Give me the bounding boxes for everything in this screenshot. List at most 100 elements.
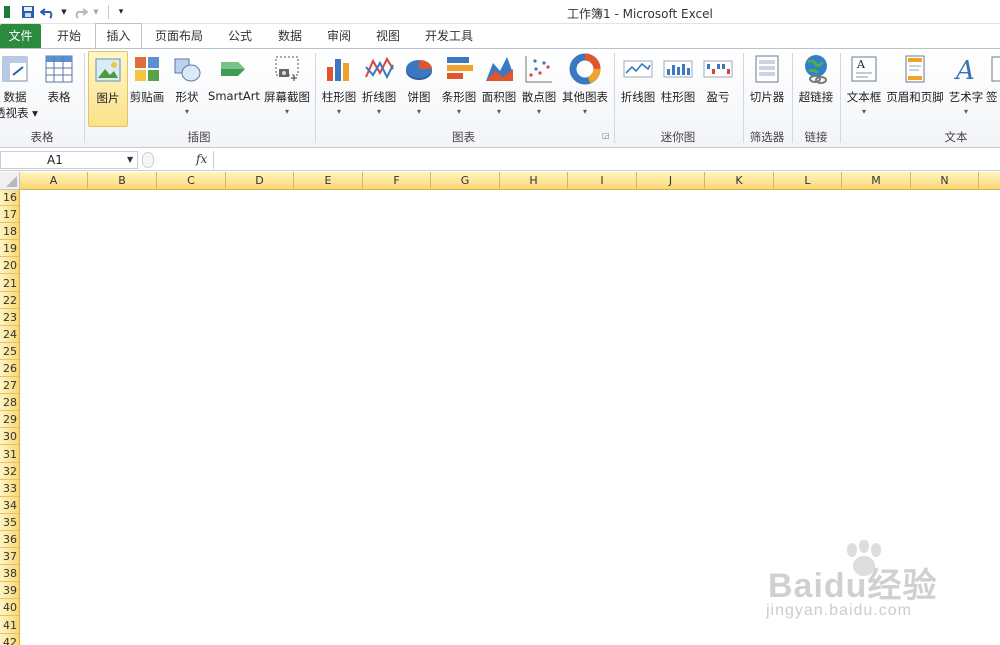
row-header[interactable]: 29 <box>0 411 19 429</box>
area-chart-button[interactable]: 面积图 ▾ <box>480 51 518 127</box>
screenshot-button[interactable]: 屏幕截图 ▾ <box>262 51 312 127</box>
area-chart-icon <box>486 57 513 81</box>
title-bar: ▼ ▼ ▾ 工作簿1 - Microsoft Excel <box>0 0 1000 24</box>
row-header[interactable]: 23 <box>0 309 19 326</box>
select-all-triangle-icon <box>6 176 17 187</box>
wordart-button[interactable]: A 艺术字 ▾ <box>946 51 986 127</box>
sparkline-winloss-button[interactable]: 盈亏 <box>700 51 736 127</box>
row-header[interactable]: 26 <box>0 360 19 378</box>
tab-insert[interactable]: 插入 <box>95 23 142 50</box>
row-header[interactable]: 19 <box>0 240 19 258</box>
tab-home[interactable]: 开始 <box>47 24 91 49</box>
slicer-label: 切片器 <box>749 90 785 104</box>
undo-dropdown-icon[interactable]: ▼ <box>60 4 68 20</box>
row-header[interactable]: 21 <box>0 275 19 292</box>
shapes-button[interactable]: 形状 ▾ <box>170 51 204 127</box>
pie-chart-button[interactable]: 饼图 ▾ <box>402 51 436 127</box>
column-chart-button[interactable]: 柱形图 ▾ <box>320 51 358 127</box>
row-header[interactable]: 22 <box>0 292 19 309</box>
row-header[interactable]: 38 <box>0 565 19 583</box>
other-charts-button[interactable]: 其他图表 ▾ <box>560 51 610 127</box>
column-header[interactable]: H <box>500 172 568 190</box>
row-header[interactable]: 30 <box>0 428 19 446</box>
row-header[interactable]: 17 <box>0 206 19 224</box>
column-header[interactable]: G <box>431 172 500 190</box>
row-header[interactable]: 18 <box>0 223 19 241</box>
column-header[interactable]: M <box>842 172 911 190</box>
row-header[interactable]: 35 <box>0 514 19 531</box>
tab-data[interactable]: 数据 <box>268 24 312 49</box>
tab-formulas[interactable]: 公式 <box>218 24 262 49</box>
name-box[interactable]: A1 <box>0 151 138 169</box>
tab-view[interactable]: 视图 <box>366 24 410 49</box>
row-header[interactable]: 39 <box>0 582 19 600</box>
select-all-corner[interactable] <box>0 172 20 190</box>
row-header[interactable]: 41 <box>0 617 19 634</box>
row-header[interactable]: 31 <box>0 446 19 463</box>
formula-bar-resize-handle[interactable] <box>142 152 154 168</box>
slicer-button[interactable]: 切片器 <box>746 51 788 127</box>
charts-dialog-launcher-icon[interactable]: ◲ <box>602 131 610 140</box>
column-header[interactable]: D <box>226 172 294 190</box>
formula-input[interactable] <box>213 151 1000 169</box>
bar-chart-button[interactable]: 条形图 ▾ <box>440 51 478 127</box>
column-header[interactable]: L <box>774 172 842 190</box>
tab-file[interactable]: 文件 <box>0 24 41 49</box>
column-header[interactable]: C <box>157 172 226 190</box>
save-icon[interactable] <box>20 4 36 20</box>
column-header[interactable]: I <box>568 172 637 190</box>
signature-line-button[interactable]: 签 <box>986 51 1000 127</box>
sparkline-line-button[interactable]: 折线图 <box>618 51 658 127</box>
line-chart-button[interactable]: 折线图 ▾ <box>360 51 398 127</box>
row-headers: 16 17 18 19 20 21 22 23 24 25 26 27 28 29 30 31 32 33 34 35… <box>0 190 20 645</box>
column-header[interactable]: K <box>705 172 774 190</box>
tab-developer[interactable]: 开发工具 <box>418 24 480 49</box>
undo-icon[interactable] <box>40 4 56 20</box>
picture-button[interactable]: 图片 <box>88 51 128 127</box>
column-header[interactable]: E <box>294 172 363 190</box>
name-box-dropdown-icon[interactable]: ▼ <box>127 155 133 164</box>
smartart-button[interactable]: SmartArt <box>208 51 260 127</box>
line-chart-icon <box>365 56 394 80</box>
tab-page-layout[interactable]: 页面布局 <box>150 24 208 49</box>
column-chart-dropdown-icon: ▾ <box>336 107 341 116</box>
clipart-button[interactable]: 剪贴画 <box>128 51 166 127</box>
customize-qat-icon[interactable]: ▾ <box>113 4 129 20</box>
row-header[interactable]: 20 <box>0 257 19 275</box>
row-header[interactable]: 27 <box>0 377 19 395</box>
row-header[interactable]: 34 <box>0 497 19 514</box>
row-header[interactable]: 33 <box>0 480 19 497</box>
hyperlink-button[interactable]: 超链接 <box>796 51 836 127</box>
scatter-chart-button[interactable]: 散点图 ▾ <box>520 51 558 127</box>
row-header[interactable]: 16 <box>0 190 19 207</box>
sparkline-column-button[interactable]: 柱形图 <box>658 51 698 127</box>
redo-icon[interactable] <box>72 4 88 20</box>
ribbon-tabs: 文件 开始 插入 页面布局 公式 数据 审阅 视图 开发工具 <box>0 23 1000 50</box>
excel-app-icon[interactable] <box>0 4 16 20</box>
header-footer-button[interactable]: 页眉和页脚 <box>886 51 944 127</box>
row-header[interactable]: 40 <box>0 599 19 617</box>
table-button[interactable]: 表格 <box>40 51 78 127</box>
row-header[interactable]: 24 <box>0 326 19 343</box>
column-header[interactable]: N <box>911 172 979 190</box>
tab-review[interactable]: 审阅 <box>317 24 361 49</box>
row-header[interactable]: 37 <box>0 548 19 566</box>
screenshot-label: 屏幕截图 <box>264 90 310 104</box>
row-header[interactable]: 28 <box>0 394 19 412</box>
row-header[interactable]: 32 <box>0 463 19 480</box>
column-header[interactable]: A <box>20 172 88 190</box>
hyperlink-globe-icon <box>805 55 827 84</box>
qat-separator <box>108 5 109 19</box>
pivottable-button[interactable]: 数据 透视表 ▾ <box>0 51 38 127</box>
row-header[interactable]: 36 <box>0 531 19 549</box>
insert-function-button[interactable]: fx <box>196 152 207 166</box>
clipart-icon <box>135 57 159 81</box>
column-header[interactable]: F <box>363 172 431 190</box>
redo-dropdown-icon[interactable]: ▼ <box>92 4 100 20</box>
row-header[interactable]: 42 <box>0 634 19 645</box>
row-header[interactable]: 25 <box>0 343 19 360</box>
column-header[interactable]: J <box>637 172 705 190</box>
column-header[interactable]: B <box>88 172 157 190</box>
textbox-button[interactable]: A 文本框 ▾ <box>844 51 884 127</box>
bar-chart-label: 条形图 <box>441 90 477 104</box>
